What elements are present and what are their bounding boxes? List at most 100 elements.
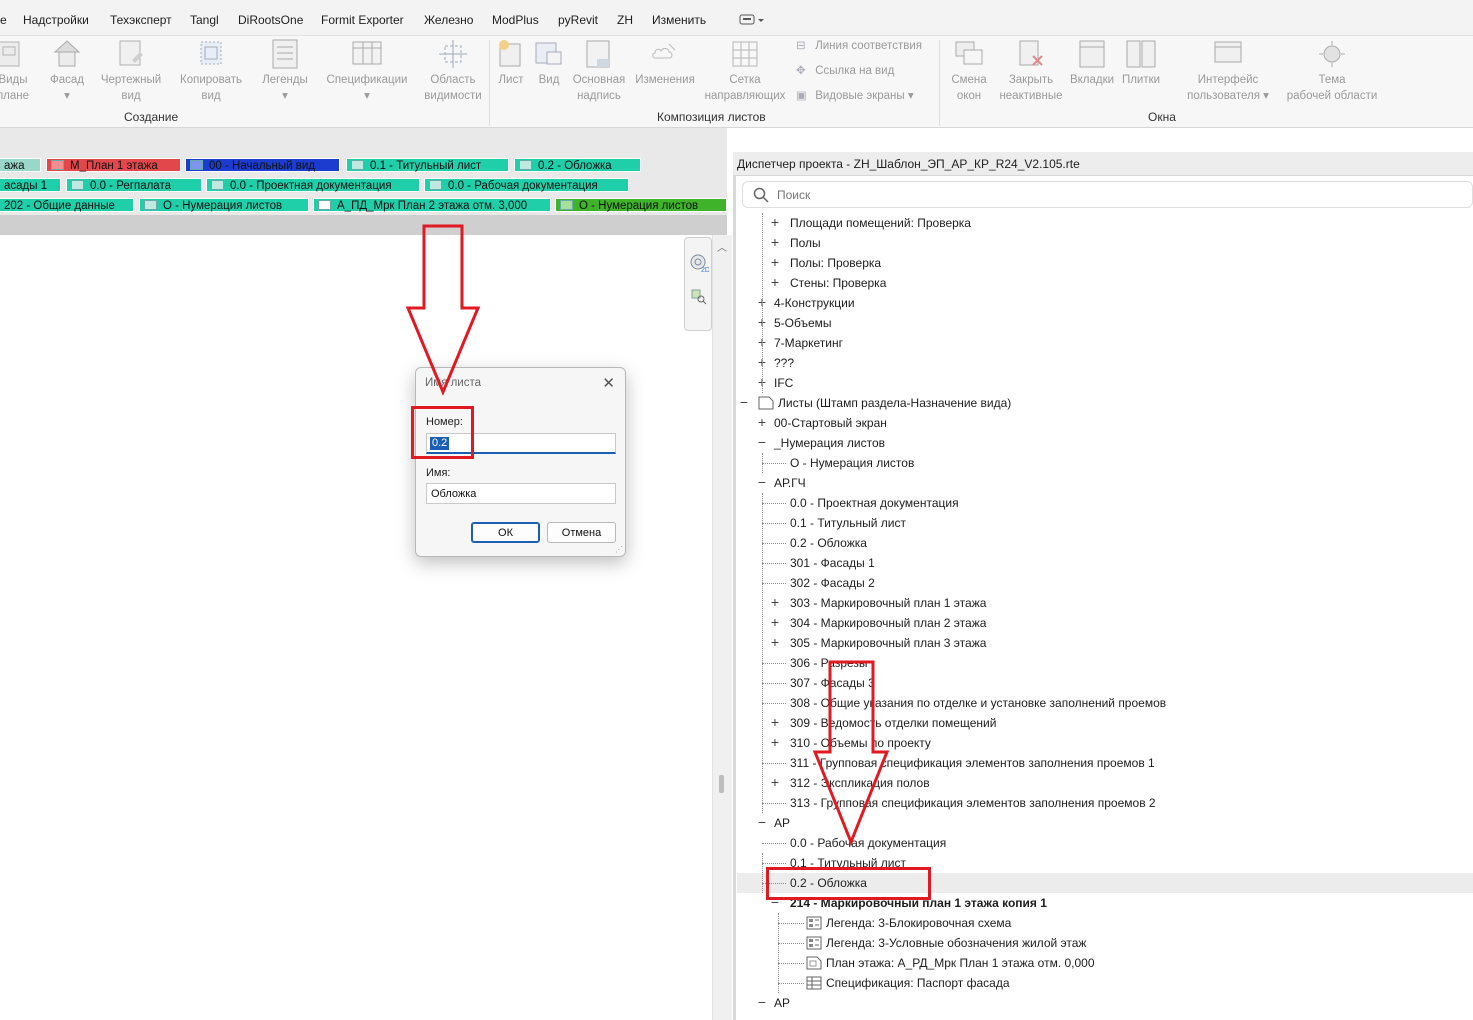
menu-item-addins[interactable]: Надстройки [23, 13, 89, 27]
tree-item[interactable]: Полы: Проверка [790, 253, 881, 273]
tree-item[interactable]: АР [774, 813, 790, 833]
menu-item-tangl[interactable]: Tangl [190, 13, 219, 27]
tree-item[interactable]: 301 - Фасады 1 [790, 553, 875, 573]
menu-item-techexpert[interactable]: Техэксперт [110, 13, 172, 27]
view-tab[interactable]: О - Нумерация листов [555, 198, 727, 212]
sheet-button[interactable]: Лист [494, 36, 528, 88]
tree-item[interactable]: АР.ГЧ [774, 473, 806, 493]
tree-item[interactable]: 0.0 - Проектная документация [790, 493, 959, 513]
menu-item-edit-partial[interactable]: е [0, 13, 7, 27]
copy-view-button[interactable]: Копировать вид [174, 36, 248, 104]
tabs-button[interactable]: Вкладки [1068, 36, 1116, 88]
sheet-name-input[interactable] [426, 483, 616, 504]
expand-icon[interactable]: + [769, 273, 781, 293]
facade-button[interactable]: Фасад ▾ [47, 36, 87, 104]
theme-button[interactable]: Тема рабочей области [1282, 36, 1382, 104]
view-tab[interactable]: 00 - Начальный вид [185, 158, 340, 172]
steeringwheel-icon[interactable]: 2D [689, 252, 710, 274]
scroll-up-icon[interactable]: ︿ [717, 239, 727, 254]
tree-item[interactable]: 00-Стартовый экран [774, 413, 887, 433]
tree-item[interactable]: АР [774, 993, 790, 1013]
tree-item[interactable]: 305 - Маркировочный план 3 этажа [790, 633, 986, 653]
menu-item-zh[interactable]: ZH [617, 13, 633, 27]
tree-item[interactable]: Полы [790, 233, 821, 253]
expand-icon[interactable]: + [769, 593, 781, 613]
expand-icon[interactable]: + [769, 613, 781, 633]
tree-item[interactable]: Легенда: 3-Блокировочная схема [826, 913, 1011, 933]
drawing-canvas[interactable] [0, 235, 712, 1020]
tree-item[interactable]: План этажа: А_РД_Мрк План 1 этажа отм. 0… [826, 953, 1095, 973]
scope-box-button[interactable]: Область видимости [420, 36, 486, 104]
user-interface-button[interactable]: Интерфейс пользователя ▾ [1182, 36, 1274, 104]
view-tab[interactable]: А_ПД_Мрк План 2 этажа отм. 3,000 [313, 198, 551, 212]
view-tab[interactable]: 202 - Общие данные [0, 198, 134, 212]
tree-item[interactable]: ??? [774, 353, 794, 373]
view-tab[interactable]: 0.1 - Титульный лист [346, 158, 509, 172]
browser-splitter[interactable] [733, 176, 736, 1020]
browser-search[interactable] [742, 181, 1473, 208]
menu-item-zhelezno[interactable]: Железно [424, 13, 473, 27]
expand-icon[interactable]: + [769, 633, 781, 653]
schedules-button[interactable]: Спецификации ▾ [322, 36, 412, 104]
menu-item-dirootsone[interactable]: DiRootsOne [238, 13, 303, 27]
view-tab[interactable]: асады 1 [0, 178, 61, 192]
tree-item[interactable]: 304 - Маркировочный план 2 этажа [790, 613, 986, 633]
title-block-button[interactable]: Основная надпись [569, 36, 629, 104]
views-plan-button[interactable]: Виды плане [0, 36, 30, 104]
vertical-scrollbar[interactable]: ︿ [712, 235, 732, 1020]
ok-button[interactable]: ОК [471, 522, 540, 543]
search-input[interactable] [777, 186, 1077, 204]
view-tab[interactable]: 0.0 - Рабочая документация [424, 178, 629, 192]
expand-icon[interactable]: + [769, 713, 781, 733]
tree-item[interactable]: _Нумерация листов [774, 433, 885, 453]
tree-item[interactable]: 5-Объемы [774, 313, 832, 333]
menu-item-modplus[interactable]: ModPlus [492, 13, 539, 27]
menu-item-modify[interactable]: Изменить [652, 13, 706, 27]
legends-button[interactable]: Легенды ▾ [258, 36, 312, 104]
view-tab[interactable]: ажа [0, 158, 41, 172]
guide-grid-button[interactable]: Сетка направляющих [701, 36, 789, 104]
expand-icon[interactable]: + [769, 253, 781, 273]
zoom-icon[interactable] [690, 288, 708, 306]
panel-toggle-icon[interactable] [739, 12, 765, 26]
collapse-icon[interactable]: − [756, 993, 768, 1013]
collapse-icon[interactable]: − [756, 433, 768, 453]
tree-item[interactable]: О - Нумерация листов [790, 453, 914, 473]
expand-icon[interactable]: + [769, 733, 781, 753]
tree-item[interactable]: 7-Маркетинг [774, 333, 843, 353]
tree-item[interactable]: IFC [774, 373, 793, 393]
view-tab[interactable]: 0.2 - Обложка [514, 158, 641, 172]
scroll-thumb[interactable] [719, 775, 724, 793]
resize-grip-icon[interactable]: ⋰ [615, 545, 623, 554]
viewports-button[interactable]: ▣ Видовые экраны ▾ [796, 88, 914, 102]
view-tab[interactable]: М_План 1 этажа [46, 158, 181, 172]
view-tab[interactable]: 0.0 - Проектная документация [206, 178, 420, 192]
view-tab[interactable]: 0.0 - Регпалата [66, 178, 202, 192]
place-view-button[interactable]: Вид [532, 36, 566, 88]
view-tab[interactable]: О - Нумерация листов [139, 198, 309, 212]
expand-icon[interactable]: + [769, 233, 781, 253]
menu-item-formit-exporter[interactable]: Formit Exporter [321, 13, 404, 27]
expand-icon[interactable]: + [756, 413, 768, 433]
cancel-button[interactable]: Отмена [547, 522, 616, 543]
collapse-icon[interactable]: − [756, 473, 768, 493]
tree-item[interactable]: Легенда: 3-Условные обозначения жилой эт… [826, 933, 1086, 953]
view-reference-button[interactable]: ✥ Ссылка на вид [796, 63, 894, 77]
tree-item[interactable]: 0.2 - Обложка [790, 533, 867, 553]
collapse-icon[interactable]: − [756, 813, 768, 833]
close-icon[interactable]: ✕ [602, 374, 615, 392]
close-inactive-button[interactable]: Закрыть неактивные [996, 36, 1066, 104]
switch-windows-button[interactable]: Смена окон [946, 36, 992, 104]
tile-button[interactable]: Плитки [1118, 36, 1164, 88]
menu-item-pyrevit[interactable]: pyRevit [558, 13, 598, 27]
tree-item[interactable]: Спецификация: Паспорт фасада [826, 973, 1010, 993]
tree-item[interactable]: 0.1 - Титульный лист [790, 513, 906, 533]
tree-item[interactable]: 302 - Фасады 2 [790, 573, 875, 593]
matchline-button[interactable]: ⊟ Линия соответствия [796, 38, 922, 52]
tree-item[interactable]: Площади помещений: Проверка [790, 213, 971, 233]
tree-item[interactable]: Стены: Проверка [790, 273, 886, 293]
tree-item[interactable]: 303 - Маркировочный план 1 этажа [790, 593, 986, 613]
expand-icon[interactable]: + [769, 213, 781, 233]
drafting-view-button[interactable]: Чертежный вид [97, 36, 165, 104]
tree-item[interactable]: Листы (Штамп раздела-Назначение вида) [778, 393, 1011, 413]
